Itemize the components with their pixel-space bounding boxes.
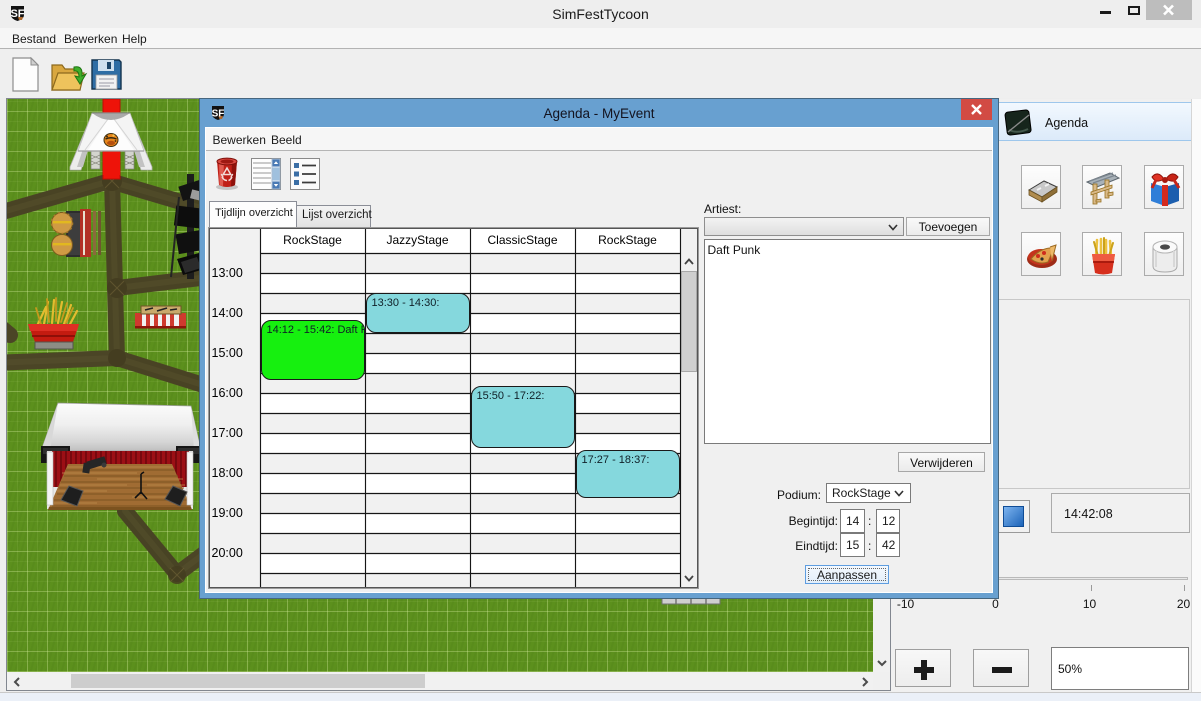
svg-text:SF: SF — [10, 8, 24, 20]
svg-text:SF: SF — [212, 109, 225, 120]
